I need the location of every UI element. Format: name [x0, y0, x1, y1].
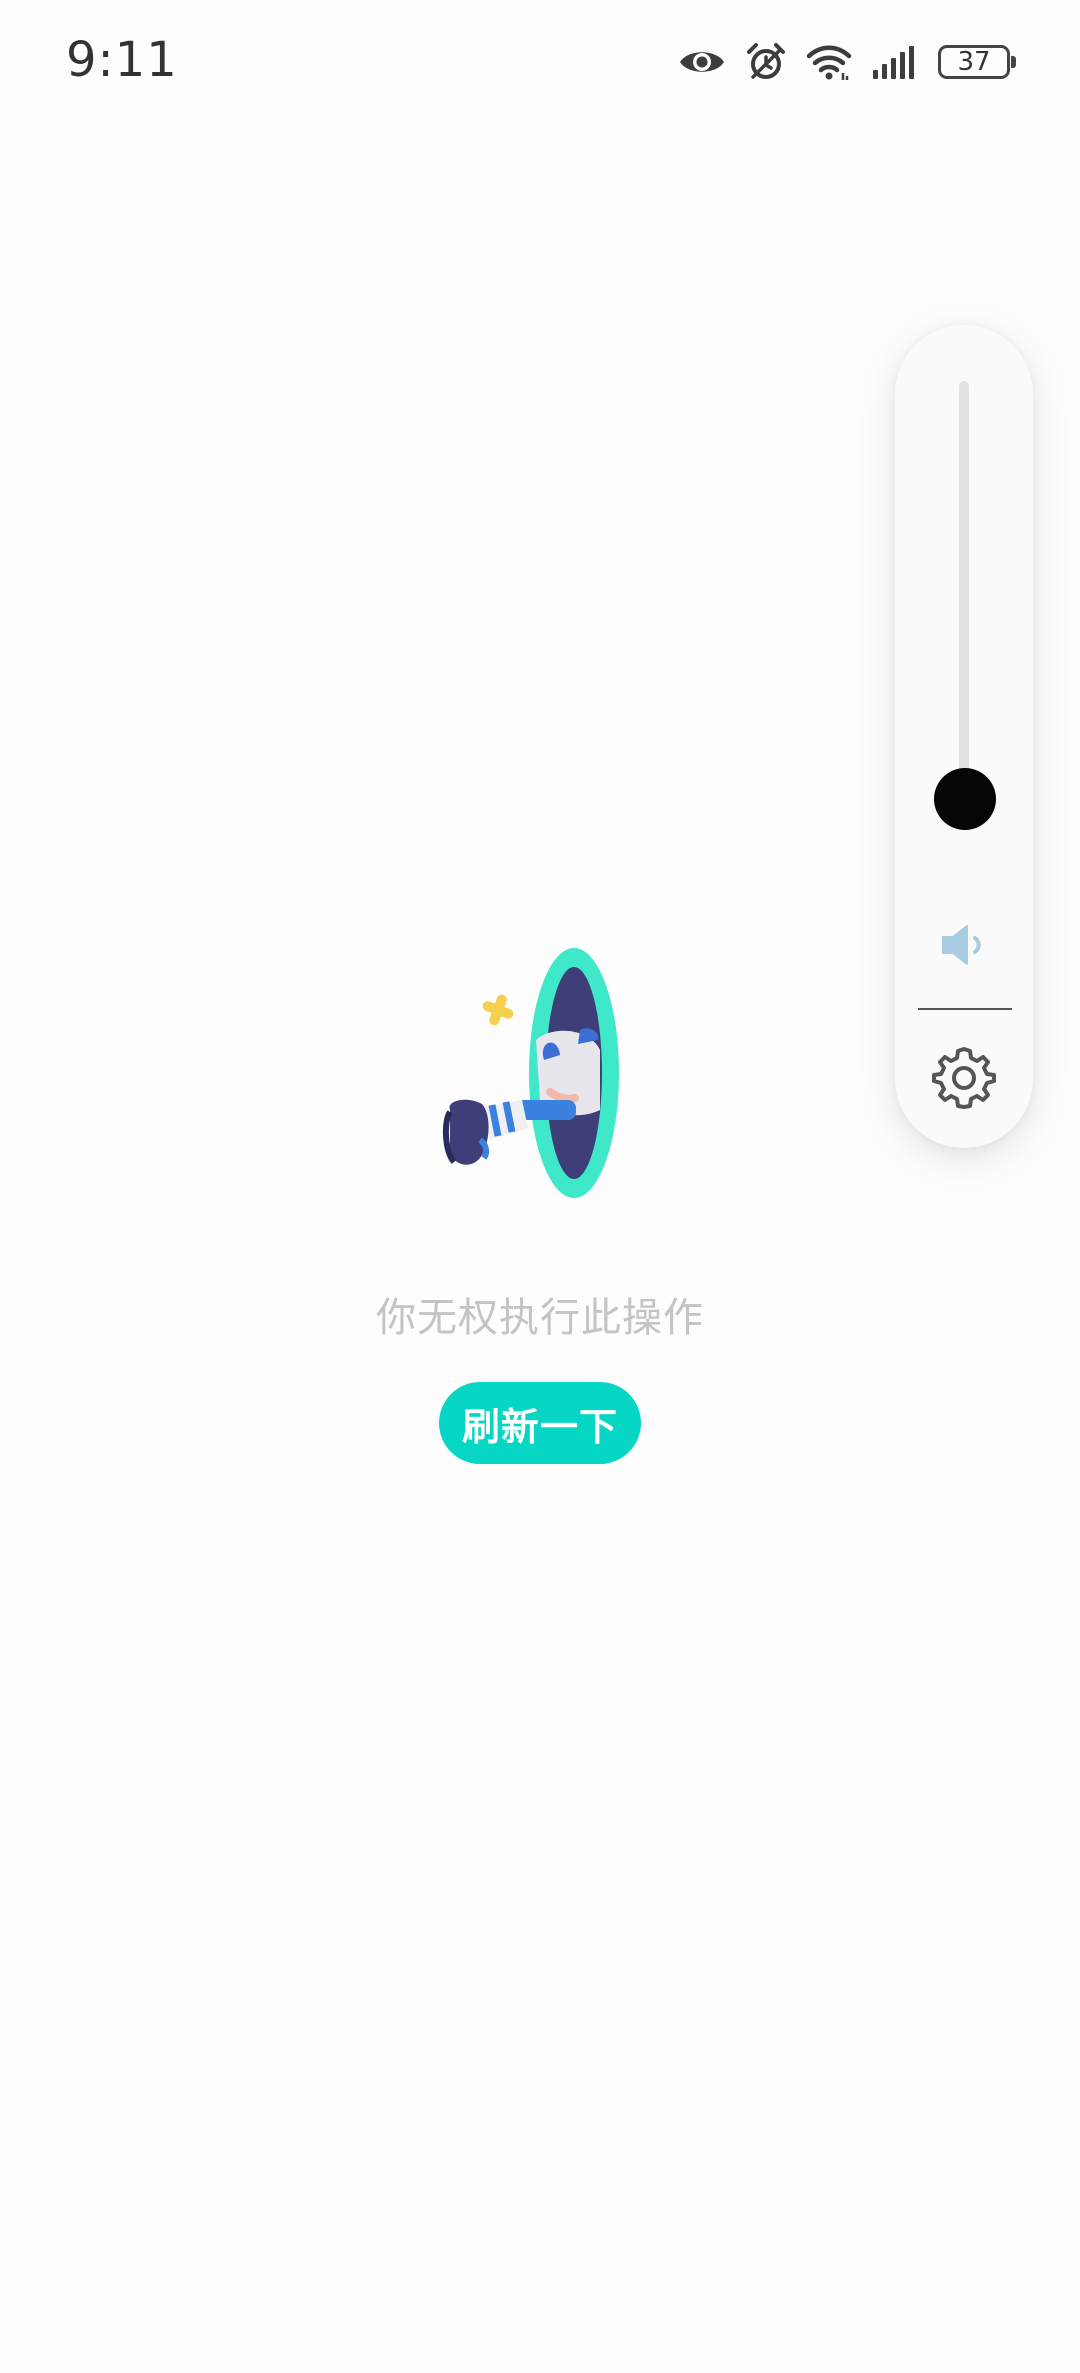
signal-icon	[872, 44, 918, 80]
status-bar: 9:11 37	[0, 0, 1080, 125]
panel-divider	[918, 1008, 1012, 1010]
volume-slider-track[interactable]	[959, 381, 969, 821]
status-icons: 37	[678, 38, 1016, 86]
volume-slider-knob[interactable]	[934, 768, 996, 830]
wifi-icon	[806, 43, 852, 81]
error-message: 你无权执行此操作	[376, 1295, 704, 1341]
portal-illustration	[440, 940, 630, 1210]
volume-panel	[895, 325, 1033, 1148]
alarm-icon	[746, 42, 786, 82]
battery-tip	[1011, 56, 1016, 68]
speaker-icon[interactable]	[937, 918, 991, 972]
status-time: 9:11	[66, 32, 178, 88]
gear-icon[interactable]	[932, 1045, 996, 1109]
battery-level: 37	[957, 47, 991, 77]
refresh-button[interactable]: 刷新一下	[439, 1382, 641, 1464]
battery-icon: 37	[938, 45, 1016, 79]
eye-icon	[678, 46, 726, 78]
